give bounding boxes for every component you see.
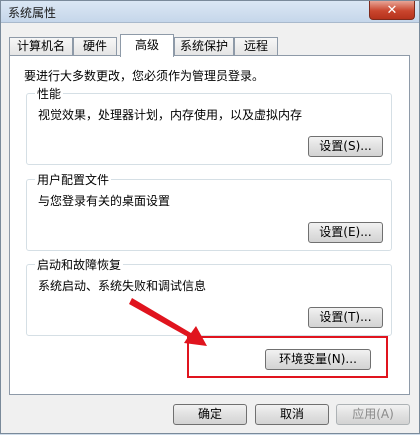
tab-computer-name[interactable]: 计算机名 [9,37,73,56]
startup-recovery-group: 启动和故障恢复 系统启动、系统失败和调试信息 设置(T)... [26,256,392,336]
cancel-button[interactable]: 取消 [255,404,329,425]
apply-button[interactable]: 应用(A) [336,404,410,425]
user-profiles-group: 用户配置文件 与您登录有关的桌面设置 设置(E)... [26,171,392,251]
system-properties-window: 系统属性 ✕ 计算机名 硬件 高级 系统保护 远程 要进行大多数更改，您必须作为… [0,0,420,434]
user-profiles-settings-button[interactable]: 设置(E)... [308,222,383,243]
tab-advanced[interactable]: 高级 [120,34,174,57]
annotation-highlight-box [187,336,388,378]
startup-recovery-title: 启动和故障恢复 [35,256,124,273]
tab-remote[interactable]: 远程 [234,37,278,56]
performance-desc: 视觉效果，处理器计划，内存使用，以及虚拟内存 [38,108,303,122]
tab-system-protection[interactable]: 系统保护 [174,37,234,56]
title-bar: 系统属性 ✕ [1,1,419,23]
startup-recovery-settings-button[interactable]: 设置(T)... [308,307,383,328]
window-title: 系统属性 [8,6,57,20]
performance-settings-button[interactable]: 设置(S)... [308,136,383,157]
tab-hardware[interactable]: 硬件 [73,37,117,56]
close-button[interactable]: ✕ [369,1,415,20]
user-profiles-title: 用户配置文件 [35,171,112,188]
performance-group: 性能 视觉效果，处理器计划，内存使用，以及虚拟内存 设置(S)... [26,85,392,165]
admin-note: 要进行大多数更改，您必须作为管理员登录。 [24,69,265,83]
close-icon: ✕ [386,2,398,18]
startup-recovery-desc: 系统启动、系统失败和调试信息 [38,279,207,293]
user-profiles-desc: 与您登录有关的桌面设置 [38,194,171,208]
performance-title: 性能 [35,85,64,102]
ok-button[interactable]: 确定 [173,404,247,425]
